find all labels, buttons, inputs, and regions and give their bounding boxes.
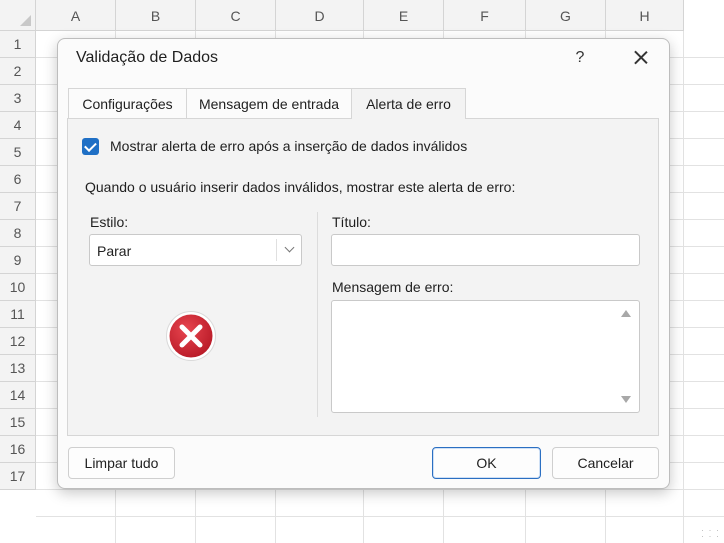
column-headers: A B C D E F G H bbox=[36, 0, 684, 31]
column-header[interactable]: A bbox=[36, 0, 116, 31]
help-button[interactable]: ? bbox=[569, 45, 591, 71]
select-divider bbox=[276, 239, 277, 261]
style-select[interactable]: Parar bbox=[89, 234, 302, 266]
show-alert-checkbox[interactable] bbox=[82, 138, 99, 155]
show-alert-label[interactable]: Mostrar alerta de erro após a inserção d… bbox=[110, 138, 467, 154]
column-header[interactable]: G bbox=[526, 0, 606, 31]
style-select-value: Parar bbox=[97, 243, 132, 259]
select-all-corner[interactable] bbox=[0, 0, 36, 31]
row-header[interactable]: 11 bbox=[0, 301, 35, 328]
row-header[interactable]: 15 bbox=[0, 409, 35, 436]
stop-error-icon bbox=[166, 311, 216, 361]
column-header[interactable]: E bbox=[364, 0, 444, 31]
column-header[interactable]: B bbox=[116, 0, 196, 31]
row-header[interactable]: 16 bbox=[0, 436, 35, 463]
row-header[interactable]: 4 bbox=[0, 112, 35, 139]
data-validation-dialog: Validação de Dados ? Configurações Mensa… bbox=[57, 38, 670, 489]
column-header[interactable]: H bbox=[606, 0, 684, 31]
row-header[interactable]: 14 bbox=[0, 382, 35, 409]
tab-configuracoes[interactable]: Configurações bbox=[68, 88, 187, 118]
column-divider bbox=[317, 212, 318, 417]
row-header[interactable]: 12 bbox=[0, 328, 35, 355]
tab-panel-alerta-de-erro: Mostrar alerta de erro após a inserção d… bbox=[67, 118, 659, 436]
tab-mensagem-de-entrada[interactable]: Mensagem de entrada bbox=[186, 88, 352, 118]
row-header[interactable]: 3 bbox=[0, 85, 35, 112]
column-header[interactable]: C bbox=[196, 0, 276, 31]
tab-alerta-de-erro[interactable]: Alerta de erro bbox=[351, 88, 466, 119]
cancel-button[interactable]: Cancelar bbox=[552, 447, 659, 479]
clear-all-button[interactable]: Limpar tudo bbox=[68, 447, 175, 479]
scroll-up-icon[interactable] bbox=[621, 310, 631, 317]
chevron-down-icon[interactable] bbox=[284, 242, 295, 253]
title-input[interactable] bbox=[331, 234, 640, 266]
row-header[interactable]: 8 bbox=[0, 220, 35, 247]
gridline-horizontal bbox=[36, 489, 724, 490]
title-label: Título: bbox=[332, 214, 371, 230]
row-header[interactable]: 5 bbox=[0, 139, 35, 166]
dialog-title: Validação de Dados bbox=[76, 49, 219, 66]
style-label: Estilo: bbox=[90, 214, 129, 230]
gridline-vertical bbox=[683, 31, 684, 543]
column-header[interactable]: D bbox=[276, 0, 364, 31]
row-header[interactable]: 17 bbox=[0, 463, 35, 490]
intro-text: Quando o usuário inserir dados inválidos… bbox=[85, 179, 516, 195]
row-headers: 1 2 3 4 5 6 7 8 9 10 11 12 13 14 15 16 1… bbox=[0, 31, 36, 490]
ok-button[interactable]: OK bbox=[432, 447, 541, 479]
row-header[interactable]: 2 bbox=[0, 58, 35, 85]
row-header[interactable]: 1 bbox=[0, 31, 35, 58]
row-header[interactable]: 7 bbox=[0, 193, 35, 220]
row-header[interactable]: 6 bbox=[0, 166, 35, 193]
error-message-textarea[interactable] bbox=[331, 300, 640, 413]
row-header[interactable]: 9 bbox=[0, 247, 35, 274]
scroll-down-icon[interactable] bbox=[621, 396, 631, 403]
error-message-label: Mensagem de erro: bbox=[332, 279, 454, 295]
row-header[interactable]: 10 bbox=[0, 274, 35, 301]
resize-grip-icon[interactable]: · · · · · · bbox=[701, 526, 720, 541]
gridline-horizontal bbox=[36, 516, 724, 517]
row-header[interactable]: 13 bbox=[0, 355, 35, 382]
close-icon[interactable] bbox=[628, 45, 654, 71]
column-header[interactable]: F bbox=[444, 0, 526, 31]
